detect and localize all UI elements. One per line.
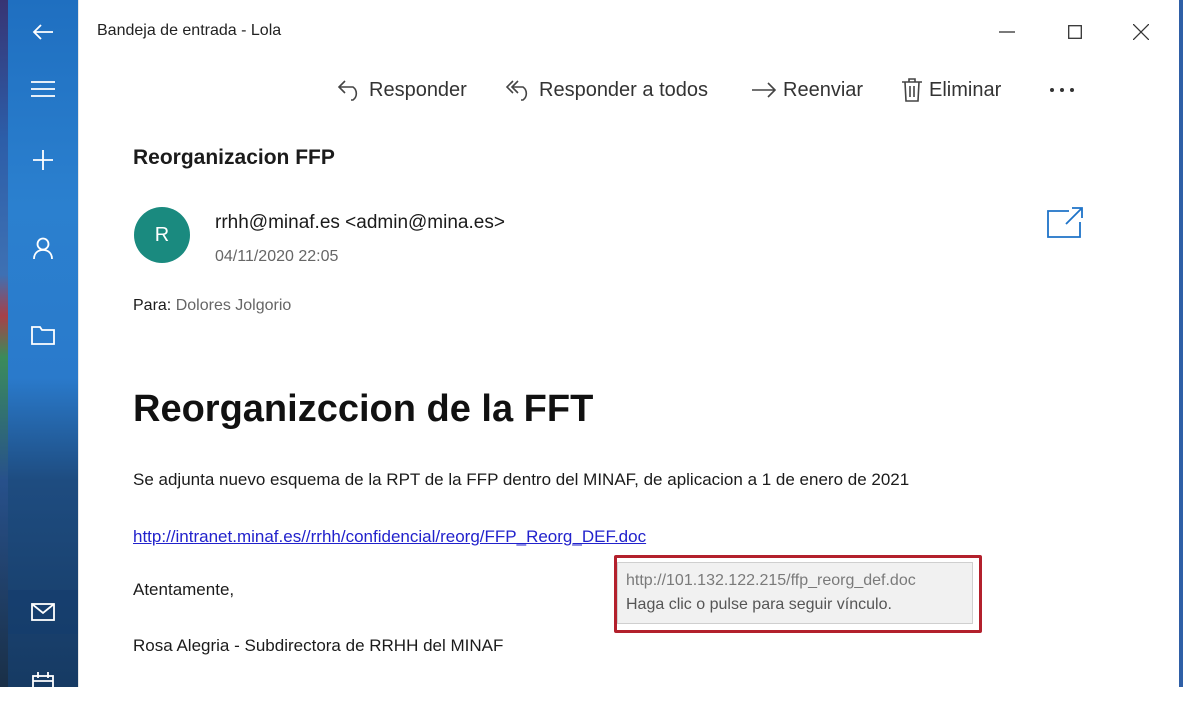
maximize-icon xyxy=(1068,25,1082,39)
folders-button[interactable] xyxy=(8,313,78,357)
app-sidebar xyxy=(0,0,78,692)
body-paragraph: Se adjunta nuevo esquema de la RPT de la… xyxy=(133,470,910,489)
maximize-button[interactable] xyxy=(1055,14,1095,50)
forward-button[interactable]: Reenviar xyxy=(751,70,863,110)
accounts-button[interactable] xyxy=(8,226,78,270)
message-window: Bandeja de entrada - Lola Responder Resp… xyxy=(78,0,1179,687)
email-date: 04/11/2020 22:05 xyxy=(215,248,339,265)
forward-label: Reenviar xyxy=(783,78,864,101)
more-icon xyxy=(1050,88,1074,92)
new-mail-button[interactable] xyxy=(8,138,78,182)
desktop-edge xyxy=(0,0,8,687)
reply-all-icon xyxy=(505,80,528,101)
body-signature: Rosa Alegria - Subdirectora de RRHH del … xyxy=(133,636,504,655)
body-closing: Atentamente, xyxy=(133,580,235,599)
reply-label: Responder xyxy=(369,78,467,101)
forward-icon xyxy=(752,82,777,98)
back-button[interactable] xyxy=(8,10,78,54)
window-title: Bandeja de entrada - Lola xyxy=(97,22,282,39)
menu-button[interactable] xyxy=(8,67,78,111)
close-icon xyxy=(1133,24,1149,40)
calendar-button[interactable] xyxy=(8,660,78,704)
menu-icon xyxy=(31,81,55,97)
open-new-window-button[interactable] xyxy=(1047,206,1083,242)
trash-icon xyxy=(902,78,922,102)
mail-icon xyxy=(31,603,55,621)
new-mail-icon xyxy=(33,150,53,170)
body-heading: Reorganizccion de la FFT xyxy=(133,388,594,430)
title-bar: Bandeja de entrada - Lola xyxy=(79,0,1179,64)
sender-address[interactable]: rrhh@minaf.es <admin@mina.es> xyxy=(215,212,505,234)
sender-avatar: R xyxy=(134,207,190,263)
tooltip-url: http://101.132.122.215/ffp_reorg_def.doc xyxy=(626,572,916,589)
minimize-button[interactable] xyxy=(987,14,1027,50)
tooltip-hint: Haga clic o pulse para seguir vínculo. xyxy=(626,596,892,613)
message-toolbar: Responder Responder a todos Reenviar Eli… xyxy=(79,70,1179,110)
recipient-line: Para: Dolores Jolgorio xyxy=(133,297,291,315)
more-options-button[interactable] xyxy=(1049,70,1075,110)
folders-icon xyxy=(31,326,55,345)
recipient-name[interactable]: Dolores Jolgorio xyxy=(176,297,292,314)
to-label: Para: xyxy=(133,297,172,314)
reply-button[interactable]: Responder xyxy=(337,70,467,110)
accounts-icon xyxy=(33,237,53,259)
popout-icon xyxy=(1047,207,1083,238)
minimize-icon xyxy=(999,31,1015,33)
reply-all-label: Responder a todos xyxy=(539,78,709,101)
email-subject: Reorganizacion FFP xyxy=(133,146,335,169)
calendar-icon xyxy=(32,672,54,692)
mail-button[interactable] xyxy=(8,590,78,634)
delete-label: Eliminar xyxy=(929,78,1002,101)
back-icon xyxy=(32,24,53,40)
delete-button[interactable]: Eliminar xyxy=(901,70,1001,110)
window-right-edge xyxy=(1179,0,1183,687)
body-link[interactable]: http://intranet.minaf.es//rrhh/confidenc… xyxy=(133,527,646,547)
close-button[interactable] xyxy=(1121,14,1161,50)
reply-all-button[interactable]: Responder a todos xyxy=(505,70,708,110)
reply-icon xyxy=(337,80,358,101)
link-tooltip: http://101.132.122.215/ffp_reorg_def.doc… xyxy=(617,562,973,624)
